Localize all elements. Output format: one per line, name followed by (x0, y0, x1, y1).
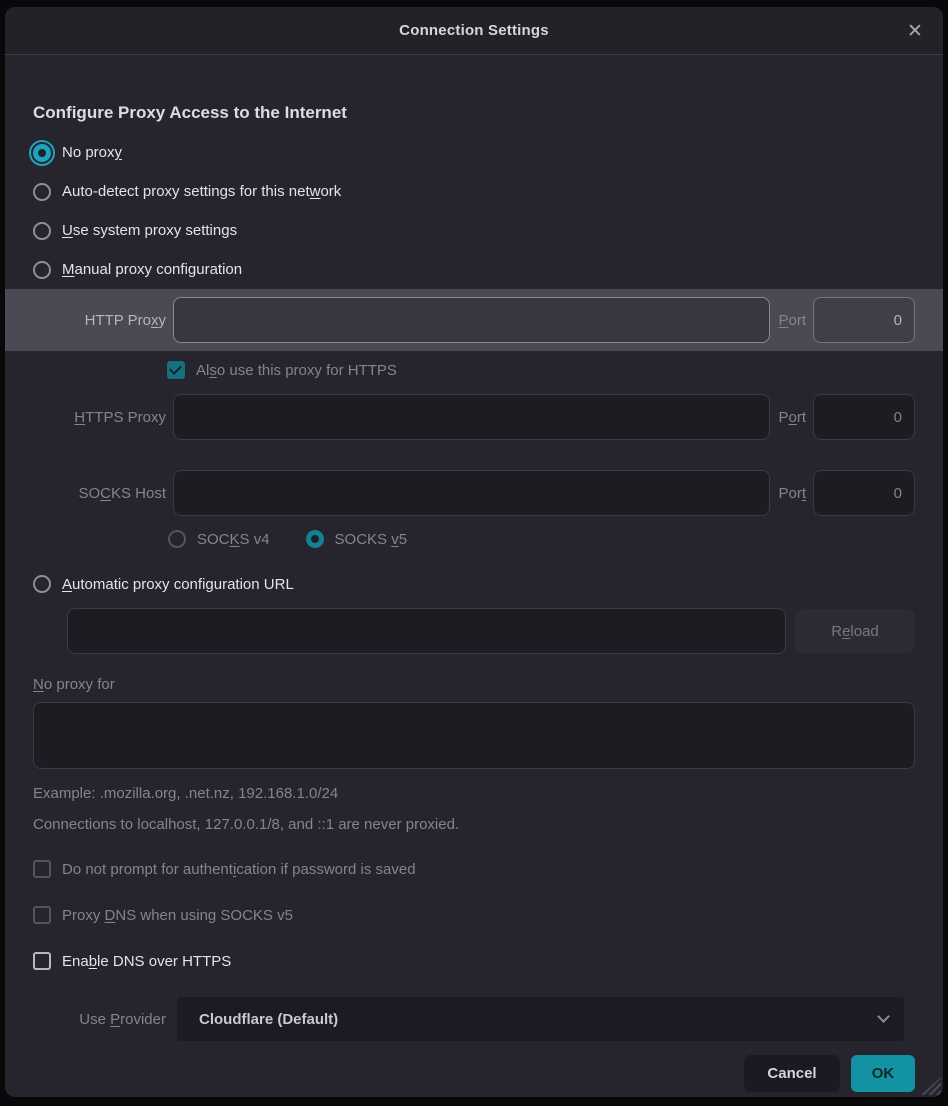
checkbox-label: Also use this proxy for HTTPS (196, 362, 397, 379)
radio-label: Use system proxy settings (62, 222, 237, 239)
http-port-label: Port (778, 312, 806, 329)
socks-port-input[interactable] (813, 470, 915, 516)
ok-button[interactable]: OK (851, 1055, 915, 1092)
dialog-titlebar: Connection Settings ✕ (5, 7, 943, 55)
page-title: Configure Proxy Access to the Internet (33, 103, 915, 123)
no-proxy-for-label: No proxy for (33, 676, 915, 693)
dialog-title: Connection Settings (399, 22, 549, 39)
radio-label: Manual proxy configuration (62, 261, 242, 278)
radio-auto-detect[interactable]: Auto-detect proxy settings for this netw… (33, 172, 915, 211)
provider-selected-value: Cloudflare (Default) (199, 1011, 879, 1028)
radio-socks-v5-icon[interactable] (306, 530, 324, 548)
checkbox-icon[interactable] (33, 952, 51, 970)
radio-button-icon[interactable] (33, 144, 51, 162)
proxy-mode-radiogroup: No proxy Auto-detect proxy settings for … (33, 133, 915, 289)
options-checkbox-list: Do not prompt for authentication if pass… (33, 859, 915, 971)
radio-no-proxy[interactable]: No proxy (33, 133, 915, 172)
socks-host-label: SOCKS Host (33, 485, 166, 502)
connection-settings-dialog: Connection Settings ✕ Configure Proxy Ac… (5, 7, 943, 1097)
use-provider-label: Use Provider (33, 1011, 166, 1028)
cancel-button[interactable]: Cancel (744, 1055, 840, 1092)
radio-label: Auto-detect proxy settings for this netw… (62, 183, 341, 200)
radio-button-icon[interactable] (33, 575, 51, 593)
dialog-footer: Cancel OK (33, 1055, 915, 1092)
radio-automatic-proxy-url[interactable]: Automatic proxy configuration URL (33, 571, 915, 597)
radio-button-icon[interactable] (33, 183, 51, 201)
socks-port-label: Port (778, 485, 806, 502)
checkbox-icon[interactable] (33, 906, 51, 924)
proxy-dns-socks5-checkbox-row[interactable]: Proxy DNS when using SOCKS v5 (33, 905, 915, 925)
no-proxy-for-textarea[interactable] (33, 702, 915, 769)
enable-doh-checkbox-row[interactable]: Enable DNS over HTTPS (33, 951, 915, 971)
socks-v4-label: SOCKS v4 (197, 531, 270, 548)
http-proxy-input[interactable] (173, 297, 770, 343)
radio-use-system-proxy[interactable]: Use system proxy settings (33, 211, 915, 250)
checkbox-label: Proxy DNS when using SOCKS v5 (62, 907, 293, 924)
https-proxy-label: HTTPS Proxy (33, 409, 166, 426)
http-port-input[interactable] (813, 297, 915, 343)
http-proxy-row: HTTP Proxy Port (5, 289, 943, 351)
radio-label: Automatic proxy configuration URL (62, 576, 294, 593)
checkbox-icon[interactable] (33, 860, 51, 878)
no-prompt-auth-checkbox-row[interactable]: Do not prompt for authentication if pass… (33, 859, 915, 879)
socks-host-input[interactable] (173, 470, 770, 516)
auto-proxy-url-row: Reload (33, 608, 915, 654)
https-proxy-row: HTTPS Proxy Port (33, 394, 915, 440)
radio-button-icon[interactable] (33, 222, 51, 240)
checkbox-label: Enable DNS over HTTPS (62, 953, 231, 970)
localhost-note-text: Connections to localhost, 127.0.0.1/8, a… (33, 816, 915, 833)
checkbox-icon[interactable] (167, 361, 185, 379)
also-use-for-https-checkbox-row[interactable]: Also use this proxy for HTTPS (167, 355, 915, 385)
doh-provider-row: Use Provider Cloudflare (Default) (33, 997, 915, 1041)
http-proxy-label: HTTP Proxy (33, 312, 166, 329)
radio-label: No proxy (62, 144, 122, 161)
radio-socks-v4-icon[interactable] (168, 530, 186, 548)
provider-dropdown[interactable]: Cloudflare (Default) (177, 997, 904, 1041)
dialog-content: Configure Proxy Access to the Internet N… (5, 103, 943, 1092)
https-proxy-input[interactable] (173, 394, 770, 440)
checkbox-label: Do not prompt for authentication if pass… (62, 861, 416, 878)
socks-v5-label: SOCKS v5 (335, 531, 408, 548)
no-proxy-example-text: Example: .mozilla.org, .net.nz, 192.168.… (33, 785, 915, 802)
https-port-label: Port (778, 409, 806, 426)
socks-host-row: SOCKS Host Port (33, 470, 915, 516)
close-icon[interactable]: ✕ (899, 15, 931, 47)
auto-proxy-url-input[interactable] (67, 608, 786, 654)
chevron-down-icon (877, 1010, 890, 1023)
reload-button[interactable]: Reload (795, 609, 915, 653)
socks-version-radiogroup: SOCKS v4 SOCKS v5 (168, 528, 915, 550)
radio-manual-proxy[interactable]: Manual proxy configuration (33, 250, 915, 289)
https-port-input[interactable] (813, 394, 915, 440)
radio-button-icon[interactable] (33, 261, 51, 279)
